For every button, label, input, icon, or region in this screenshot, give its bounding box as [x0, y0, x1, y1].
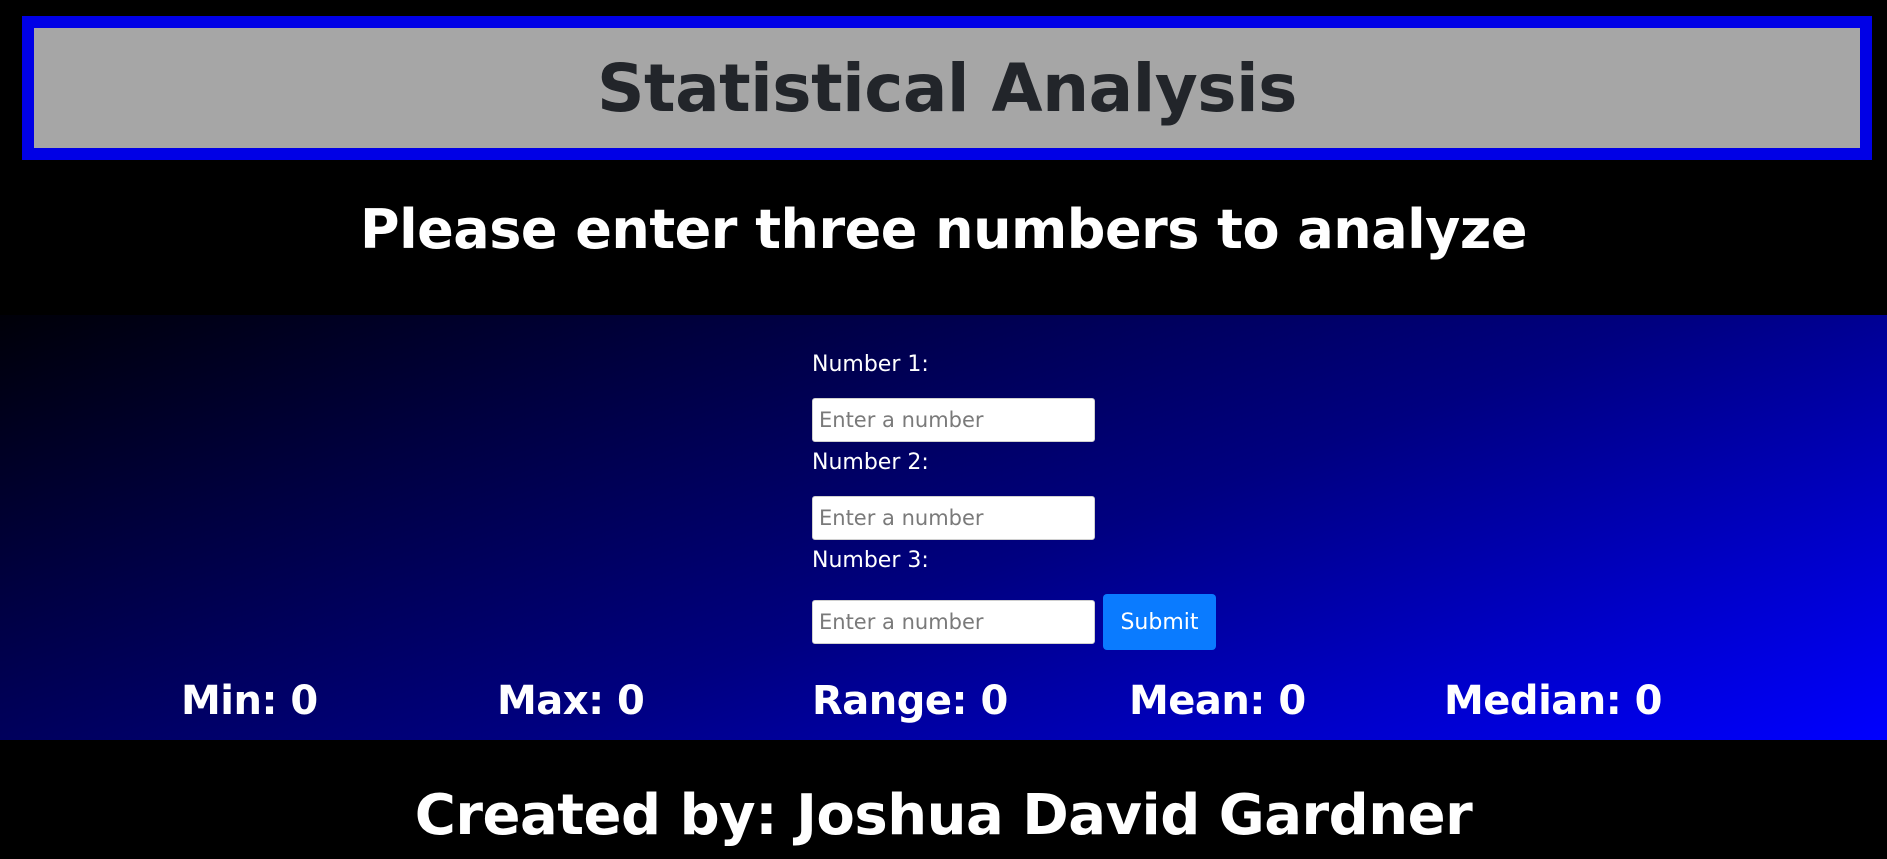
number-1-row — [812, 398, 1232, 442]
stat-max: Max: 0 — [497, 678, 645, 724]
stat-min: Min: 0 — [181, 678, 318, 724]
number-1-input[interactable] — [812, 398, 1095, 442]
header-panel: Statistical Analysis — [34, 28, 1860, 148]
submit-button[interactable]: Submit — [1103, 594, 1216, 650]
number-form: Number 1: Number 2: Number 3: Submit — [812, 350, 1232, 656]
stat-mean: Mean: 0 — [1129, 678, 1306, 724]
page: Statistical Analysis Please enter three … — [0, 0, 1887, 859]
number-3-row: Submit — [812, 594, 1232, 650]
number-2-input[interactable] — [812, 496, 1095, 540]
number-2-row — [812, 496, 1232, 540]
number-2-label: Number 2: — [812, 450, 929, 475]
instruction-heading: Please enter three numbers to analyze — [360, 198, 1527, 261]
header-banner: Statistical Analysis — [22, 16, 1872, 160]
number-1-label: Number 1: — [812, 352, 929, 377]
stats-row: Min: 0 Max: 0 Range: 0 Mean: 0 Median: 0 — [0, 678, 1887, 734]
number-3-input[interactable] — [812, 600, 1095, 644]
number-3-label: Number 3: — [812, 548, 929, 573]
page-title: Statistical Analysis — [597, 49, 1297, 127]
footer-credit: Created by: Joshua David Gardner — [414, 783, 1473, 848]
stat-median: Median: 0 — [1444, 678, 1663, 724]
stat-range: Range: 0 — [812, 678, 1008, 724]
